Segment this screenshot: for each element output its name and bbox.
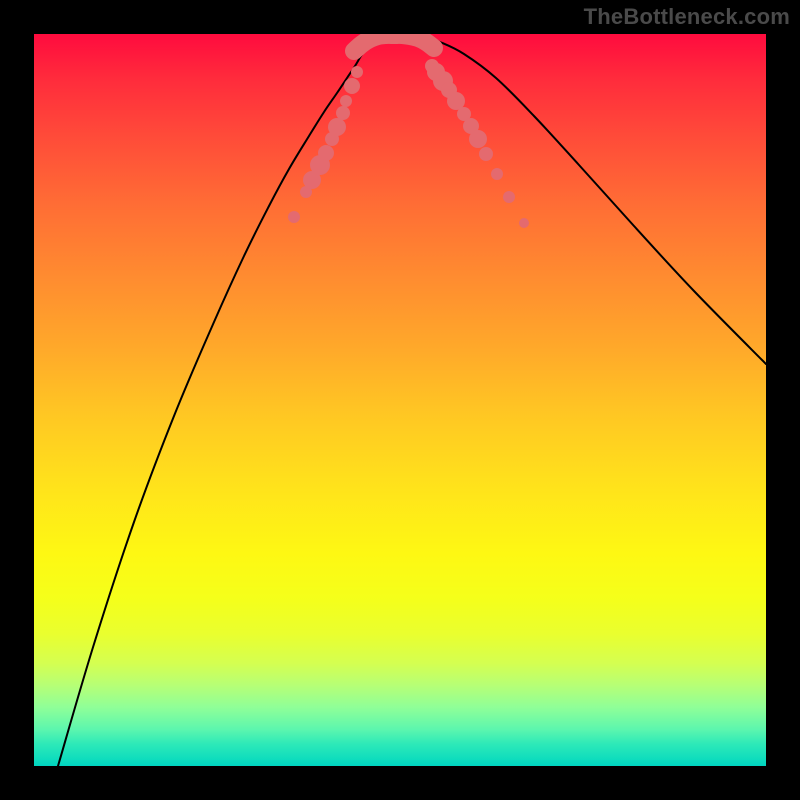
marker-dot [491, 168, 503, 180]
marker-dot [318, 145, 334, 161]
valley-band [354, 35, 434, 51]
marker-dot [469, 130, 487, 148]
watermark-text: TheBottleneck.com [584, 4, 790, 30]
right-marker-cluster [425, 59, 529, 228]
marker-dot [336, 106, 350, 120]
marker-dot [479, 147, 493, 161]
marker-dot [328, 118, 346, 136]
curve-layer [34, 34, 766, 766]
marker-dot [340, 95, 352, 107]
marker-dot [344, 78, 360, 94]
chart-frame: TheBottleneck.com [0, 0, 800, 800]
marker-dot [519, 218, 529, 228]
marker-dot [351, 66, 363, 78]
left-marker-cluster [288, 66, 363, 223]
bottleneck-curve [58, 35, 766, 766]
marker-dot [503, 191, 515, 203]
plot-area [34, 34, 766, 766]
marker-dot [288, 211, 300, 223]
